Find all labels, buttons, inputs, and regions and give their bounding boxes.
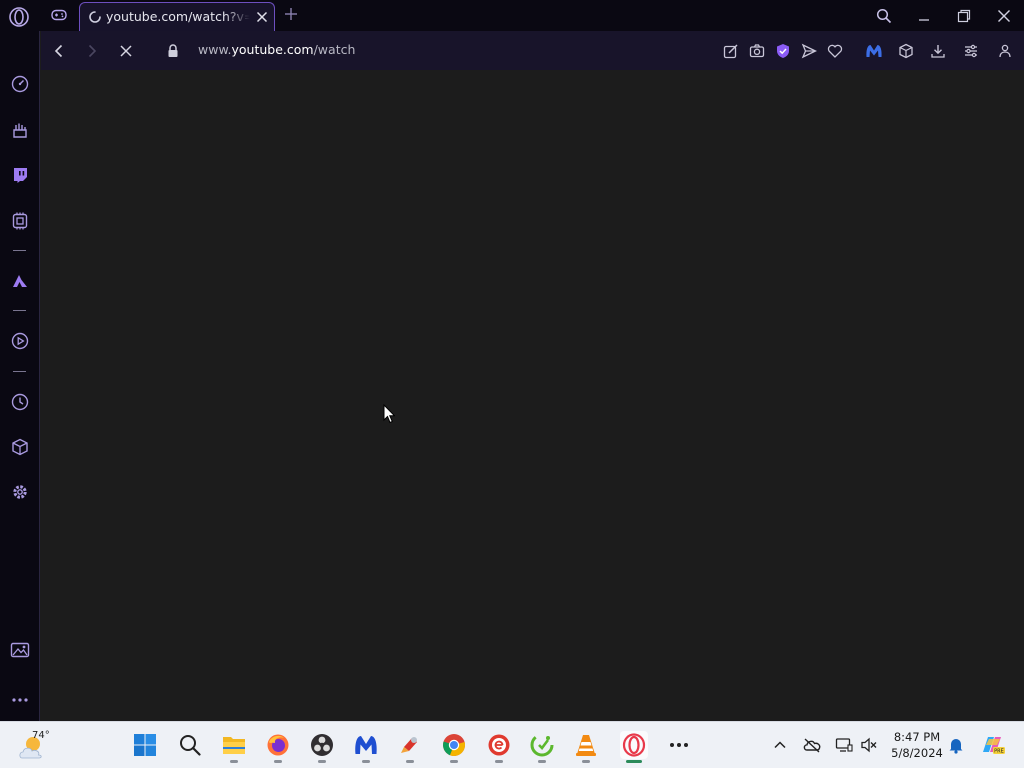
browser-tab[interactable]: youtube.com/watch?v=MJO bbox=[79, 2, 275, 31]
download-icon[interactable] bbox=[928, 41, 948, 61]
address-bar: www.youtube.com/watch bbox=[41, 31, 1024, 70]
minimize-button[interactable] bbox=[913, 6, 935, 26]
search-tabs-icon[interactable] bbox=[873, 6, 895, 26]
profile-icon[interactable] bbox=[995, 41, 1015, 61]
copilot-pre-icon[interactable]: PRE bbox=[980, 735, 1006, 755]
vlc-icon[interactable] bbox=[572, 731, 600, 763]
show-hidden-icons-chevron-icon[interactable] bbox=[770, 735, 790, 755]
taskbar-more-icon[interactable] bbox=[665, 731, 693, 759]
player-icon[interactable] bbox=[8, 329, 32, 353]
running-indicator bbox=[538, 760, 546, 763]
taskbar: 74° 8:47 PM 5/8/2024 PRE bbox=[0, 721, 1024, 768]
page-content[interactable] bbox=[41, 70, 1024, 721]
restore-button[interactable] bbox=[953, 6, 975, 26]
title-bar: youtube.com/watch?v=MJO bbox=[0, 0, 1024, 31]
network-icon[interactable] bbox=[834, 735, 854, 755]
close-tab-icon[interactable] bbox=[254, 9, 270, 25]
snapshot-icon[interactable] bbox=[747, 41, 767, 61]
running-indicator bbox=[582, 760, 590, 763]
sidebar bbox=[0, 31, 40, 721]
app-green-icon[interactable] bbox=[528, 731, 556, 763]
sidebar-divider bbox=[13, 310, 26, 311]
running-indicator bbox=[230, 760, 238, 763]
speedometer-icon[interactable] bbox=[8, 72, 32, 96]
running-indicator bbox=[495, 760, 503, 763]
ccleaner-icon[interactable] bbox=[396, 731, 424, 763]
url-host: youtube.com bbox=[231, 42, 314, 57]
running-indicator bbox=[318, 760, 326, 763]
history-icon[interactable] bbox=[8, 390, 32, 414]
loading-spinner-icon bbox=[88, 10, 102, 24]
messenger-icon[interactable] bbox=[8, 269, 32, 293]
mouse-cursor-icon bbox=[383, 404, 395, 424]
weather-temperature: 74° bbox=[32, 730, 50, 741]
favorite-heart-icon[interactable] bbox=[825, 41, 845, 61]
lock-icon[interactable] bbox=[162, 40, 184, 62]
sidebar-divider bbox=[13, 371, 26, 372]
edit-icon[interactable] bbox=[721, 41, 741, 61]
taskbar-clock[interactable]: 8:47 PM 5/8/2024 bbox=[888, 729, 946, 761]
opera-gx-taskbar-icon[interactable] bbox=[620, 731, 648, 763]
gamepad-icon[interactable] bbox=[48, 4, 70, 26]
app-e-icon[interactable] bbox=[485, 731, 513, 763]
gamepad-hand-icon[interactable] bbox=[8, 118, 32, 142]
svg-text:PRE: PRE bbox=[994, 749, 1004, 755]
malwarebytes-extension-icon[interactable] bbox=[864, 41, 884, 61]
notification-bell-icon[interactable] bbox=[946, 735, 966, 755]
vpn-shield-icon[interactable] bbox=[773, 41, 793, 61]
new-tab-button[interactable] bbox=[282, 5, 300, 23]
taskbar-search-icon[interactable] bbox=[176, 731, 204, 759]
tab-title: youtube.com/watch?v=MJO bbox=[106, 9, 250, 24]
forward-button[interactable] bbox=[81, 40, 103, 62]
settings-icon[interactable] bbox=[8, 480, 32, 504]
volume-muted-icon[interactable] bbox=[859, 735, 879, 755]
chrome-icon[interactable] bbox=[440, 731, 468, 763]
obs-studio-icon[interactable] bbox=[308, 731, 336, 763]
file-explorer-icon[interactable] bbox=[220, 731, 248, 763]
extensions-cube-icon[interactable] bbox=[896, 41, 916, 61]
weather-widget[interactable]: 74° bbox=[18, 728, 58, 762]
running-indicator bbox=[406, 760, 414, 763]
firefox-icon[interactable] bbox=[264, 731, 292, 763]
send-icon[interactable] bbox=[799, 41, 819, 61]
close-window-button[interactable] bbox=[993, 6, 1015, 26]
running-indicator bbox=[362, 760, 370, 763]
twitch-icon[interactable] bbox=[8, 163, 32, 187]
stop-loading-button[interactable] bbox=[115, 40, 137, 62]
control-panel-icon[interactable] bbox=[8, 209, 32, 233]
opera-gx-logo-icon[interactable] bbox=[8, 6, 30, 28]
malwarebytes-icon[interactable] bbox=[352, 731, 380, 763]
onedrive-offline-icon[interactable] bbox=[802, 735, 822, 755]
running-indicator bbox=[450, 760, 458, 763]
wallpaper-icon[interactable] bbox=[8, 638, 32, 662]
running-indicator bbox=[626, 760, 642, 763]
clock-time: 8:47 PM bbox=[893, 730, 941, 744]
url-field[interactable]: www.youtube.com/watch bbox=[198, 42, 355, 57]
clock-date: 5/8/2024 bbox=[891, 746, 943, 760]
sidebar-divider bbox=[13, 250, 26, 251]
easy-setup-icon[interactable] bbox=[961, 41, 981, 61]
extensions-icon[interactable] bbox=[8, 435, 32, 459]
url-prefix: www. bbox=[198, 42, 232, 57]
more-icon[interactable] bbox=[8, 688, 32, 712]
url-path: /watch bbox=[313, 42, 356, 57]
running-indicator bbox=[274, 760, 282, 763]
start-button[interactable] bbox=[131, 731, 159, 759]
back-button[interactable] bbox=[48, 40, 70, 62]
